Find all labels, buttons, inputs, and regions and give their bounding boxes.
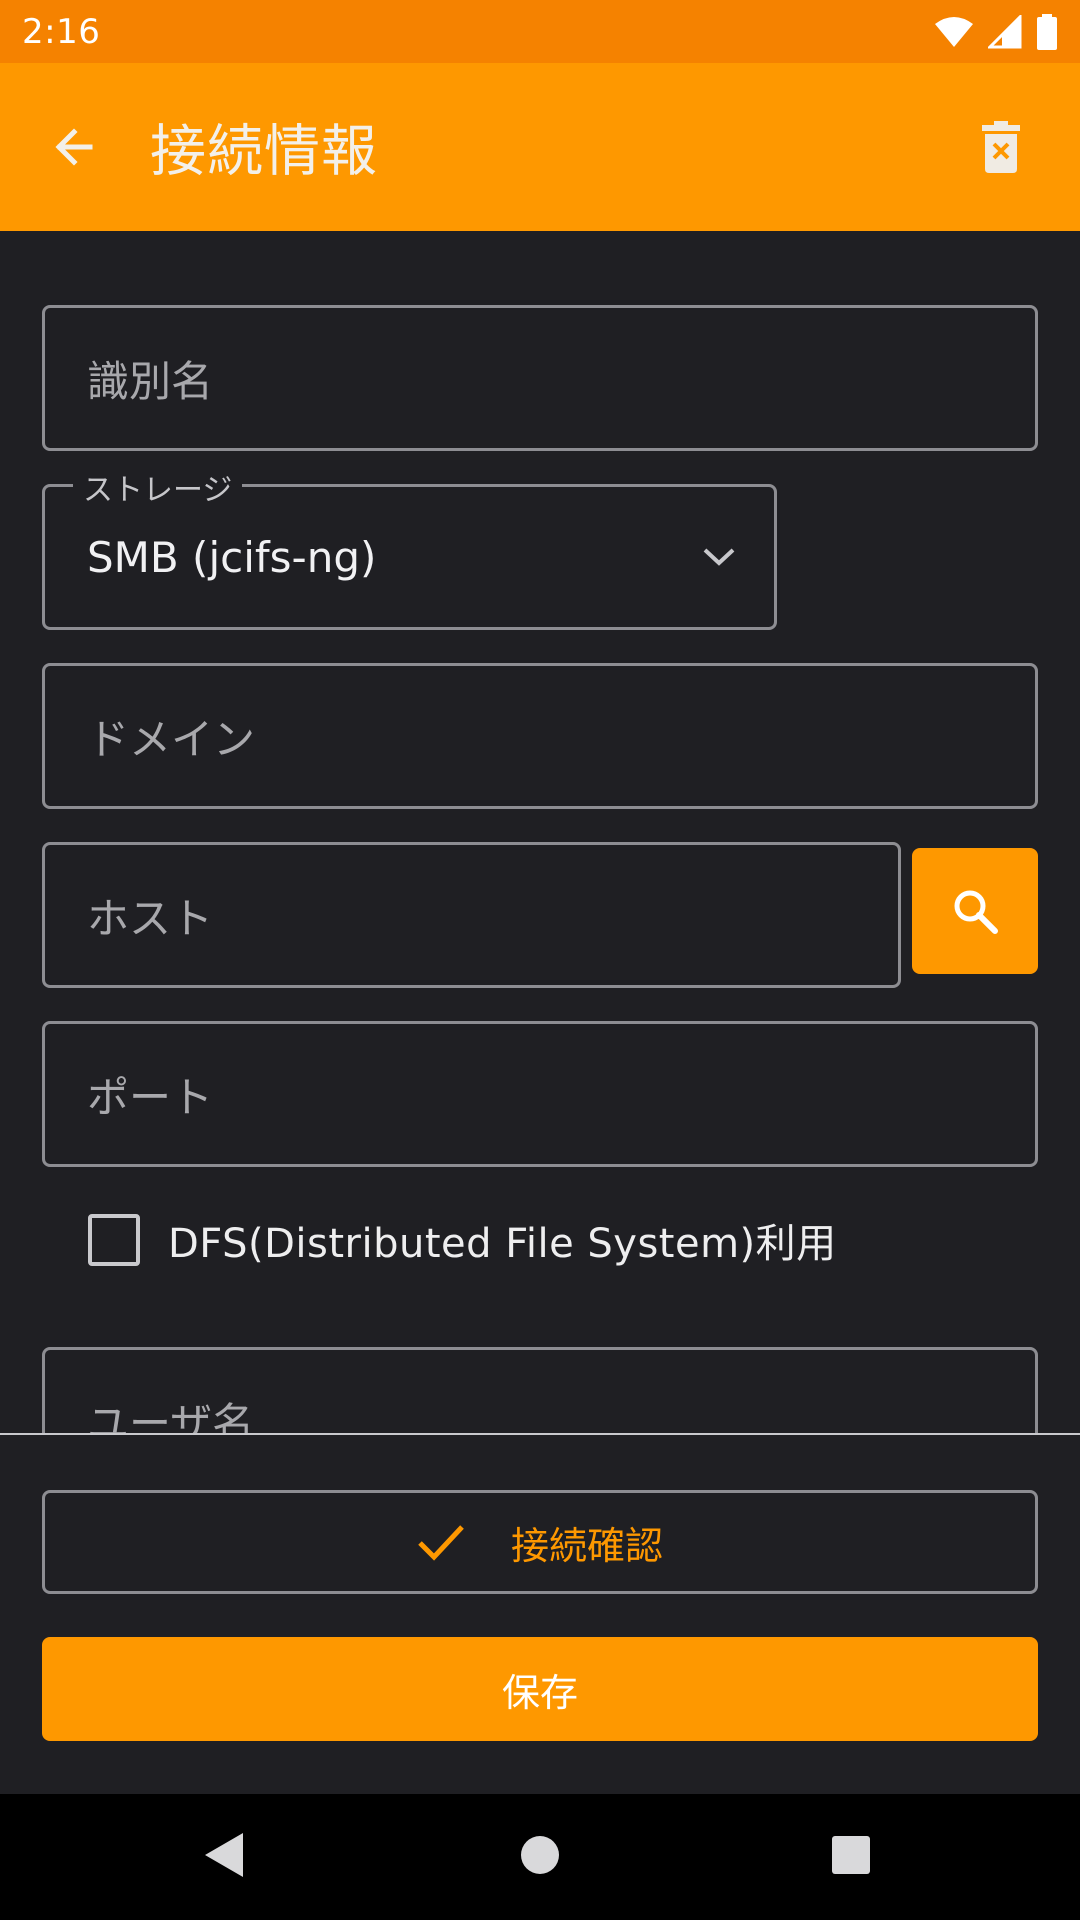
host-search-button[interactable] xyxy=(912,848,1038,974)
storage-value: SMB (jcifs-ng) xyxy=(87,532,377,582)
delete-icon xyxy=(982,121,1020,173)
save-label: 保存 xyxy=(501,1670,578,1715)
connection-form: 識別名 ストレージ SMB (jcifs-ng) ドメイン ホスト ポート DF… xyxy=(0,231,1080,1433)
username-field[interactable]: ユーザ名 xyxy=(42,1347,1038,1433)
dfs-checkbox[interactable] xyxy=(88,1214,140,1266)
back-button[interactable] xyxy=(44,117,104,177)
page-title: 接続情報 xyxy=(150,119,378,185)
cell-signal-icon xyxy=(988,14,1022,48)
battery-icon xyxy=(1037,13,1057,50)
save-button[interactable]: 保存 xyxy=(42,1637,1038,1741)
port-field[interactable]: ポート xyxy=(42,1021,1038,1167)
app-bar: 接続情報 xyxy=(0,63,1080,231)
status-icons xyxy=(934,13,1058,50)
delete-button[interactable] xyxy=(966,112,1036,182)
storage-label: ストレージ xyxy=(73,465,243,509)
username-placeholder: ユーザ名 xyxy=(87,1398,255,1434)
nav-home-button[interactable] xyxy=(520,1835,560,1879)
status-time: 2:16 xyxy=(22,11,101,52)
domain-placeholder: ドメイン xyxy=(87,714,256,764)
check-icon xyxy=(418,1525,464,1561)
dfs-label: DFS(Distributed File System)利用 xyxy=(168,1221,837,1267)
divider xyxy=(0,1433,1080,1435)
identifier-field[interactable]: 識別名 xyxy=(42,305,1038,451)
verify-connection-label: 接続確認 xyxy=(510,1523,663,1568)
arrow-back-icon xyxy=(55,128,93,166)
nav-recents-button[interactable] xyxy=(831,1835,871,1879)
navigation-bar xyxy=(0,1794,1080,1920)
dfs-option[interactable]: DFS(Distributed File System)利用 xyxy=(88,1210,837,1270)
host-field[interactable]: ホスト xyxy=(42,842,901,988)
search-icon xyxy=(954,890,998,934)
port-placeholder: ポート xyxy=(87,1072,214,1122)
nav-back-icon xyxy=(205,1833,243,1877)
chevron-down-icon xyxy=(703,548,735,566)
nav-home-icon xyxy=(521,1836,559,1874)
storage-select[interactable]: ストレージ SMB (jcifs-ng) xyxy=(42,465,777,630)
status-bar: 2:16 xyxy=(0,0,1080,63)
verify-connection-button[interactable]: 接続確認 xyxy=(42,1490,1038,1594)
wifi-icon xyxy=(935,16,973,47)
nav-recents-icon xyxy=(832,1836,870,1874)
domain-field[interactable]: ドメイン xyxy=(42,663,1038,809)
identifier-placeholder: 識別名 xyxy=(87,356,214,406)
nav-back-button[interactable] xyxy=(203,1832,245,1882)
host-placeholder: ホスト xyxy=(87,893,214,943)
